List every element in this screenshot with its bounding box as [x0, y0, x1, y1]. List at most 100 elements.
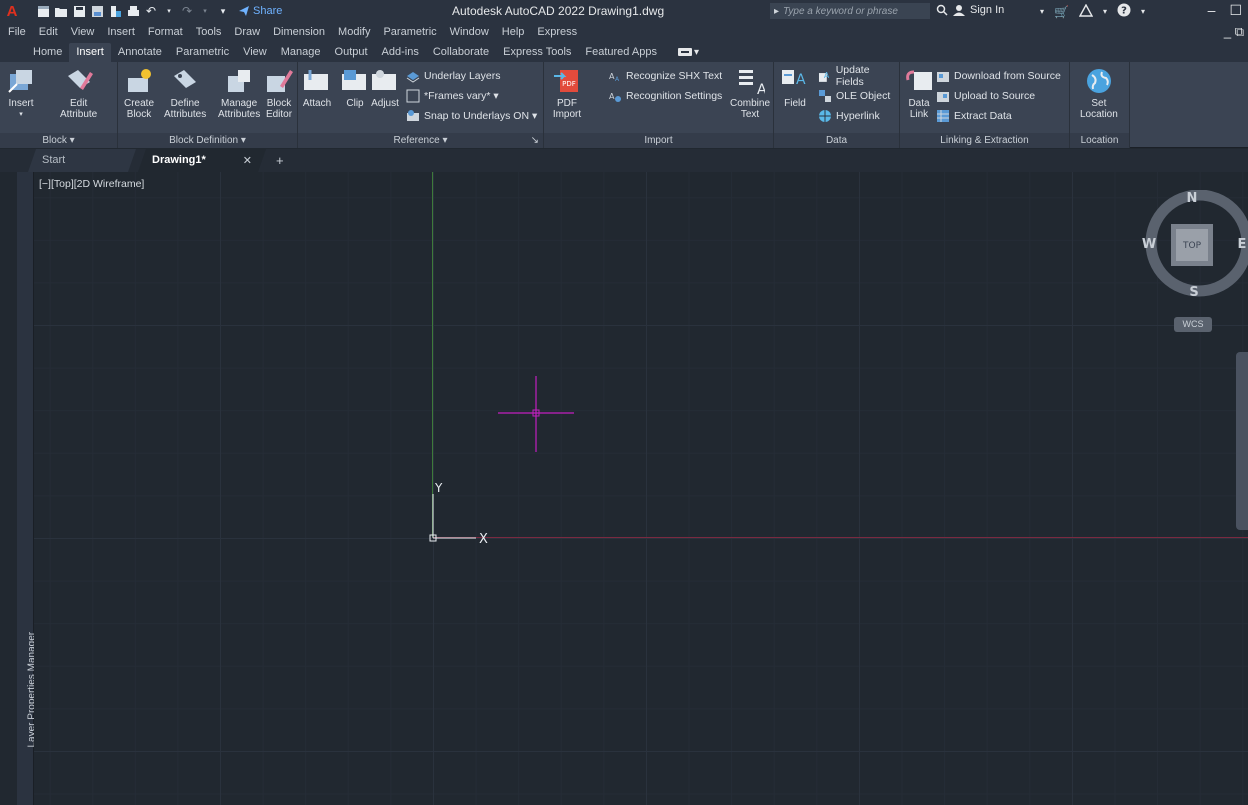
compass-east[interactable]: E [1238, 237, 1247, 252]
extract-data-button[interactable]: Extract Data [936, 108, 1012, 124]
panel-title-reference[interactable]: Reference ▾ ↘ [298, 133, 543, 148]
viewport-controls[interactable]: [−][Top][2D Wireframe] [39, 178, 144, 190]
restore-drawing-icon[interactable]: _ ⧉ [1224, 24, 1244, 40]
underlay-layers-button[interactable]: Underlay Layers [406, 68, 500, 84]
define-attributes-button[interactable]: Define Attributes [164, 66, 206, 120]
clip-button[interactable]: Clip [340, 66, 370, 109]
tab-featured-apps[interactable]: Featured Apps [578, 43, 664, 62]
share-button[interactable]: Share [238, 5, 282, 17]
sign-in-dropdown-icon[interactable]: ▾ [1040, 7, 1044, 16]
menu-view[interactable]: View [71, 26, 95, 38]
menu-format[interactable]: Format [148, 26, 183, 38]
new-icon[interactable] [36, 4, 50, 18]
compass-south[interactable]: S [1189, 285, 1198, 300]
snap-to-underlays-dropdown[interactable]: Snap to Underlays ON ▾ [406, 108, 537, 124]
menu-window[interactable]: Window [450, 26, 489, 38]
tab-add-ins[interactable]: Add-ins [375, 43, 426, 62]
tab-collaborate[interactable]: Collaborate [426, 43, 496, 62]
recognition-settings-button[interactable]: A Recognition Settings [608, 88, 722, 104]
redo-icon[interactable]: ↷ [180, 4, 194, 18]
panel-title-block-definition[interactable]: Block Definition ▾ [118, 133, 297, 148]
sign-in-button[interactable]: Sign In [936, 4, 1004, 16]
help-search-input[interactable]: ▸ Type a keyword or phrase [770, 3, 930, 19]
menu-tools[interactable]: Tools [196, 26, 222, 38]
navigation-bar[interactable] [1236, 352, 1248, 530]
autodesk-account-icon[interactable] [1078, 3, 1094, 20]
customize-qat-icon[interactable]: ▾ [216, 4, 230, 18]
tab-express-tools[interactable]: Express Tools [496, 43, 578, 62]
save-icon[interactable] [72, 4, 86, 18]
maximize-icon[interactable]: ☐ [1229, 2, 1242, 19]
menu-insert[interactable]: Insert [107, 26, 135, 38]
new-drawing-tab-icon[interactable]: + [268, 149, 292, 172]
ucs-icon[interactable]: Y X [426, 478, 496, 548]
window-title: Autodesk AutoCAD 2022 Drawing1.dwg [452, 4, 665, 18]
help-dropdown-icon[interactable]: ▾ [1141, 7, 1145, 16]
menu-dimension[interactable]: Dimension [273, 26, 325, 38]
viewcube[interactable]: TOP N S W E [1138, 190, 1248, 300]
menu-parametric[interactable]: Parametric [383, 26, 436, 38]
minimize-icon[interactable]: – [1208, 2, 1216, 19]
edit-attribute-button[interactable]: Edit Attribute [60, 66, 97, 120]
download-from-source-button[interactable]: Download from Source [936, 68, 1061, 84]
drawing-canvas[interactable] [34, 172, 1248, 805]
tab-annotate[interactable]: Annotate [111, 43, 169, 62]
menu-file[interactable]: File [8, 26, 26, 38]
undo-icon[interactable]: ↶ [144, 4, 158, 18]
undo-dropdown-icon[interactable]: ▾ [162, 4, 176, 18]
create-block-button[interactable]: Create Block [124, 66, 154, 120]
tab-view[interactable]: View [236, 43, 274, 62]
tab-parametric[interactable]: Parametric [169, 43, 236, 62]
tab-output[interactable]: Output [328, 43, 375, 62]
update-fields-button[interactable]: A Update Fields [818, 64, 899, 88]
layer-properties-palette[interactable]: Layer Properties Manager [17, 172, 38, 805]
save-as-icon[interactable] [90, 4, 104, 18]
menu-modify[interactable]: Modify [338, 26, 370, 38]
block-editor-button[interactable]: Block Editor [264, 66, 294, 120]
left-edge [0, 172, 17, 805]
combine-text-button[interactable]: A Combine Text [730, 66, 770, 120]
menu-edit[interactable]: Edit [39, 26, 58, 38]
adjust-button[interactable]: Adjust [370, 66, 400, 109]
field-button[interactable]: A Field [780, 66, 810, 109]
tab-drawing1[interactable]: Drawing1* ✕ [138, 149, 266, 172]
upload-to-source-button[interactable]: Upload to Source [936, 88, 1035, 104]
compass-west[interactable]: W [1142, 237, 1156, 252]
redo-dropdown-icon[interactable]: ▾ [198, 4, 212, 18]
manage-attributes-label-2: Attributes [218, 109, 261, 120]
tab-start[interactable]: Start [28, 149, 136, 172]
tab-manage[interactable]: Manage [274, 43, 328, 62]
menu-help[interactable]: Help [502, 26, 525, 38]
recognize-shx-text-button[interactable]: AA Recognize SHX Text [608, 68, 722, 84]
panel-title-block[interactable]: Block ▾ [0, 133, 117, 148]
insert-label: Insert [8, 98, 34, 109]
application-menu-button[interactable]: A [2, 0, 22, 22]
plot-icon[interactable] [126, 4, 140, 18]
tab-home[interactable]: Home [26, 43, 69, 62]
viewcube-top-face[interactable]: TOP [1182, 241, 1202, 251]
data-link-button[interactable]: Data Link [904, 66, 934, 120]
hyperlink-button[interactable]: Hyperlink [818, 108, 880, 124]
ole-object-button[interactable]: OLE Object [818, 88, 890, 104]
ribbon-minimize-icon[interactable]: ▾ [677, 47, 700, 58]
search-expand-icon[interactable]: ▸ [774, 6, 779, 17]
account-dropdown-icon[interactable]: ▾ [1103, 7, 1107, 16]
close-tab-icon[interactable]: ✕ [243, 154, 252, 167]
pdf-import-button[interactable]: PDF PDF Import [552, 66, 582, 120]
web-mobile-icon[interactable] [108, 4, 122, 18]
help-icon[interactable]: ? [1117, 3, 1131, 20]
search-icon[interactable] [936, 4, 948, 16]
set-location-button[interactable]: Set Location [1080, 66, 1118, 120]
manage-attributes-button[interactable]: Manage Attributes [218, 66, 260, 120]
insert-button[interactable]: Insert ▾ [6, 66, 36, 120]
compass-north[interactable]: N [1187, 191, 1198, 206]
attach-button[interactable]: Attach [302, 66, 332, 109]
tab-insert[interactable]: Insert [69, 43, 111, 62]
autodesk-app-store-icon[interactable]: 🛒 [1054, 5, 1069, 19]
menu-draw[interactable]: Draw [234, 26, 260, 38]
open-icon[interactable] [54, 4, 68, 18]
wcs-menu-button[interactable]: WCS [1174, 317, 1212, 332]
frames-vary-dropdown[interactable]: *Frames vary* ▾ [406, 88, 499, 104]
reference-dialog-launcher-icon[interactable]: ↘ [531, 133, 539, 148]
menu-express[interactable]: Express [537, 26, 577, 38]
